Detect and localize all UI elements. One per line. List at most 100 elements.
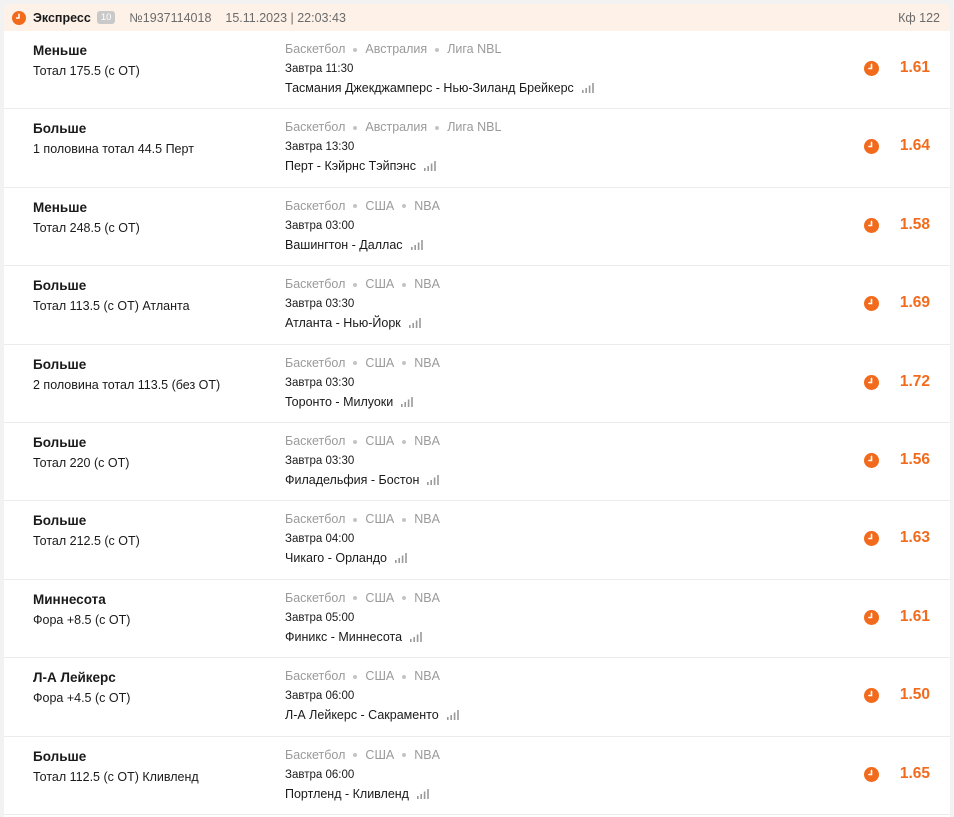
bet-row[interactable]: Больше Тотал 220 (с ОТ) Баскетбол США NBA … bbox=[4, 423, 950, 502]
separator-dot bbox=[353, 518, 358, 523]
country-label: США bbox=[365, 669, 395, 684]
league-label: NBA bbox=[414, 590, 440, 605]
separator-dot bbox=[402, 204, 407, 209]
match-teams: Торонто - Милуоки bbox=[285, 394, 394, 409]
separator-dot bbox=[353, 596, 358, 601]
league-label: Лига NBL bbox=[447, 42, 502, 56]
bet-market: Тотал 113.5 (с ОТ) Атланта bbox=[33, 299, 190, 314]
stats-icon[interactable] bbox=[410, 239, 423, 250]
bet-market: 1 половина тотал 44.5 Перт bbox=[33, 142, 194, 157]
event-time: Завтра 06:00 bbox=[285, 690, 355, 703]
separator-dot bbox=[402, 282, 407, 287]
match-teams: Вашингтон - Даллас bbox=[285, 237, 403, 252]
league-label: Лига NBL bbox=[447, 120, 502, 135]
bet-pick: Больше bbox=[33, 121, 87, 137]
pending-clock-icon bbox=[864, 217, 879, 233]
bet-row[interactable]: Больше Тотал 212.5 (с ОТ) Баскетбол США NB… bbox=[4, 501, 950, 580]
event-match[interactable]: Торонто - Милуоки bbox=[285, 394, 414, 409]
country-label: США bbox=[365, 512, 395, 527]
event-path: Баскетбол Австралия Лига NBL bbox=[285, 120, 501, 134]
event-match[interactable]: Атланта - Нью-Йорк bbox=[285, 316, 421, 330]
stats-icon[interactable] bbox=[401, 396, 414, 407]
event-time: Завтра 11:30 bbox=[285, 63, 354, 75]
bet-type: Экспресс bbox=[33, 10, 91, 25]
bet-market: Тотал 248.5 (с ОТ) bbox=[33, 220, 140, 235]
separator-dot bbox=[402, 596, 407, 601]
bet-pick: Л-А Лейкерс bbox=[33, 670, 116, 686]
bet-market: Тотал 112.5 (с ОТ) Кливленд bbox=[33, 769, 199, 784]
pending-clock-icon bbox=[864, 766, 879, 782]
stats-icon[interactable] bbox=[423, 161, 436, 172]
match-teams: Тасмания Джекджамперс - Нью-Зиланд Брейк… bbox=[285, 81, 574, 95]
event-match[interactable]: Вашингтон - Даллас bbox=[285, 238, 423, 252]
event-time: Завтра 06:00 bbox=[285, 768, 355, 781]
pending-clock-icon bbox=[864, 61, 879, 76]
event-time: Завтра 03:00 bbox=[285, 219, 355, 232]
pending-clock-icon bbox=[864, 296, 879, 312]
separator-dot bbox=[353, 47, 358, 52]
match-teams: Филадельфия - Бостон bbox=[285, 472, 420, 487]
sport-label: Баскетбол bbox=[285, 120, 346, 135]
bet-row[interactable]: Больше 2 половина тотал 113.5 (без ОТ) Б… bbox=[4, 345, 950, 423]
event-time: Завтра 04:00 bbox=[285, 533, 355, 546]
event-match[interactable]: Филадельфия - Бостон bbox=[285, 472, 440, 487]
bet-row[interactable]: Меньше Тотал 175.5 (с ОТ) Баскетбол Австр… bbox=[4, 31, 950, 110]
separator-dot bbox=[353, 361, 358, 366]
match-teams: Портленд - Кливленд bbox=[285, 786, 409, 801]
separator-dot bbox=[353, 439, 358, 444]
bet-row[interactable]: Больше Тотал 112.5 (с ОТ) Кливленд Баске… bbox=[4, 737, 950, 815]
stats-icon[interactable] bbox=[581, 83, 594, 93]
event-match[interactable]: Л-А Лейкерс - Сакраменто bbox=[285, 708, 459, 722]
event-path: Баскетбол США NBA bbox=[285, 748, 440, 762]
event-match[interactable]: Перт - Кэйрнс Тэйпэнс bbox=[285, 159, 436, 173]
pending-clock-icon bbox=[864, 531, 879, 547]
pending-clock-icon bbox=[864, 452, 879, 468]
event-path: Баскетбол США NBA bbox=[285, 669, 440, 683]
event-match[interactable]: Портленд - Кливленд bbox=[285, 787, 429, 801]
bet-odds: 1.69 bbox=[899, 294, 930, 312]
event-match[interactable]: Тасмания Джекджамперс - Нью-Зиланд Брейк… bbox=[285, 81, 594, 95]
event-time: Завтра 03:30 bbox=[285, 298, 355, 311]
stats-icon[interactable] bbox=[395, 553, 407, 564]
sport-label: Баскетбол bbox=[285, 355, 346, 370]
league-label: NBA bbox=[414, 198, 440, 213]
stats-icon[interactable] bbox=[446, 710, 459, 721]
pending-clock-icon bbox=[864, 139, 879, 155]
event-match[interactable]: Чикаго - Орландо bbox=[285, 551, 407, 565]
bet-odds: 1.63 bbox=[899, 529, 930, 547]
sport-label: Баскетбол bbox=[285, 747, 346, 762]
league-label: NBA bbox=[414, 669, 440, 684]
stats-icon[interactable] bbox=[410, 631, 422, 642]
bet-row[interactable]: Меньше Тотал 248.5 (с ОТ) Баскетбол США NB… bbox=[4, 188, 950, 267]
event-path: Баскетбол США NBA bbox=[285, 434, 440, 448]
events-count-badge: 10 bbox=[96, 11, 116, 24]
separator-dot bbox=[353, 126, 358, 131]
bet-row[interactable]: Миннесота Фора +8.5 (с ОТ) Баскетбол США N… bbox=[4, 580, 950, 659]
sport-label: Баскетбол bbox=[285, 42, 346, 56]
country-label: США bbox=[365, 433, 395, 448]
bet-pick: Миннесота bbox=[33, 591, 106, 607]
bet-datetime: 15.11.2023 | 22:03:43 bbox=[225, 10, 346, 25]
separator-dot bbox=[402, 753, 407, 758]
stats-icon[interactable] bbox=[427, 474, 440, 485]
stats-icon[interactable] bbox=[408, 318, 421, 329]
country-label: США bbox=[365, 198, 395, 213]
separator-dot bbox=[402, 518, 407, 523]
country-label: США bbox=[365, 747, 395, 762]
event-match[interactable]: Финикс - Миннесота bbox=[285, 630, 422, 644]
bet-pick: Больше bbox=[33, 278, 87, 294]
sport-label: Баскетбол bbox=[285, 590, 346, 605]
match-teams: Л-А Лейкерс - Сакраменто bbox=[285, 708, 439, 723]
match-teams: Финикс - Миннесота bbox=[285, 629, 403, 644]
bet-row[interactable]: Л-А Лейкерс Фора +4.5 (с ОТ) Баскетбол СШ… bbox=[4, 658, 950, 737]
separator-dot bbox=[353, 204, 358, 209]
separator-dot bbox=[435, 126, 440, 131]
sport-label: Баскетбол bbox=[285, 512, 346, 527]
stats-icon[interactable] bbox=[416, 788, 429, 799]
bet-row[interactable]: Больше Тотал 113.5 (с ОТ) Атланта Баскет… bbox=[4, 266, 950, 345]
event-path: Баскетбол США NBA bbox=[285, 512, 440, 526]
bet-header[interactable]: Экспресс 10 №1937114018 15.11.2023 | 22:… bbox=[4, 4, 950, 31]
bet-card: Экспресс 10 №1937114018 15.11.2023 | 22:… bbox=[4, 4, 950, 817]
bet-pick: Больше bbox=[33, 513, 87, 529]
bet-row[interactable]: Больше 1 половина тотал 44.5 Перт Баскет… bbox=[4, 109, 950, 188]
